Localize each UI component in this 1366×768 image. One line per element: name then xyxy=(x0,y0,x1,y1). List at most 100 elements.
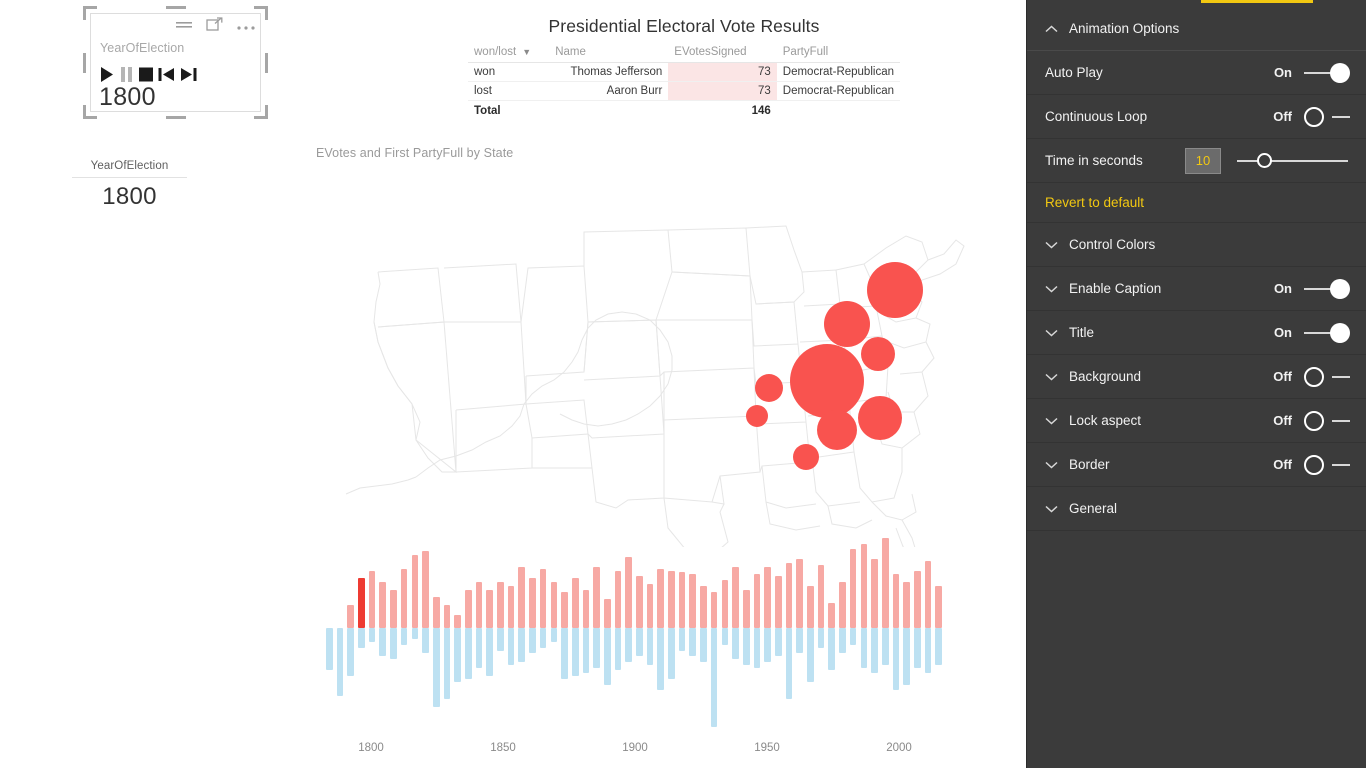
chevron-down-icon[interactable] xyxy=(1045,237,1061,252)
map-bubble[interactable] xyxy=(858,396,902,440)
bar-positive[interactable] xyxy=(497,582,504,628)
bar-group[interactable] xyxy=(603,530,611,735)
title-toggle[interactable] xyxy=(1304,322,1350,344)
bar-negative[interactable] xyxy=(518,628,526,662)
bar-positive[interactable] xyxy=(924,561,932,628)
bar-group[interactable] xyxy=(561,530,568,735)
bar-group[interactable] xyxy=(379,530,387,735)
bar-positive[interactable] xyxy=(358,578,365,628)
bar-positive[interactable] xyxy=(903,582,910,628)
bar-group[interactable] xyxy=(411,530,419,735)
section-animation-options[interactable]: Animation Options xyxy=(1027,7,1366,51)
card-enable-caption[interactable]: Enable Caption On xyxy=(1027,267,1366,311)
bar-negative[interactable] xyxy=(807,628,814,682)
table-row[interactable]: won Thomas Jefferson 73 Democrat-Republi… xyxy=(468,62,900,82)
bar-positive[interactable] xyxy=(464,590,472,628)
map-bubble[interactable] xyxy=(755,374,783,402)
bar-negative[interactable] xyxy=(774,628,782,656)
bar-negative[interactable] xyxy=(368,628,376,642)
bar-group[interactable] xyxy=(347,530,355,735)
bar-positive[interactable] xyxy=(785,563,793,628)
bar-negative[interactable] xyxy=(625,628,632,662)
bar-negative[interactable] xyxy=(689,628,697,656)
bar-positive[interactable] xyxy=(507,586,515,628)
bar-negative[interactable] xyxy=(839,628,846,653)
bar-negative[interactable] xyxy=(753,628,761,668)
bar-group[interactable] xyxy=(593,530,600,735)
bar-positive[interactable] xyxy=(657,569,665,628)
bar-positive[interactable] xyxy=(839,582,846,628)
bar-negative[interactable] xyxy=(817,628,825,648)
card-general[interactable]: General xyxy=(1027,487,1366,531)
background-toggle[interactable] xyxy=(1304,366,1350,388)
bar-negative[interactable] xyxy=(486,628,493,676)
bar-negative[interactable] xyxy=(646,628,654,665)
bar-positive[interactable] xyxy=(518,567,526,628)
bar-group[interactable] xyxy=(785,530,793,735)
bar-positive[interactable] xyxy=(774,576,782,628)
border-toggle[interactable] xyxy=(1304,454,1350,476)
bar-group[interactable] xyxy=(924,530,932,735)
bar-group[interactable] xyxy=(336,530,344,735)
sort-descending-icon[interactable]: ▼ xyxy=(522,47,531,57)
bar-group[interactable] xyxy=(721,530,729,735)
bar-positive[interactable] xyxy=(443,605,451,628)
bar-negative[interactable] xyxy=(935,628,942,665)
bar-group[interactable] xyxy=(774,530,782,735)
bar-group[interactable] xyxy=(689,530,697,735)
bar-positive[interactable] xyxy=(603,599,611,628)
bar-group[interactable] xyxy=(368,530,376,735)
bar-group[interactable] xyxy=(753,530,761,735)
bar-group[interactable] xyxy=(625,530,632,735)
table-visual[interactable]: Presidential Electoral Vote Results won/… xyxy=(468,16,900,120)
bar-group[interactable] xyxy=(358,530,365,735)
column-header-partyfull[interactable]: PartyFull xyxy=(776,46,900,63)
bar-group[interactable] xyxy=(700,530,707,735)
bar-positive[interactable] xyxy=(582,590,590,628)
bar-group[interactable] xyxy=(742,530,750,735)
bar-negative[interactable] xyxy=(721,628,729,645)
bar-negative[interactable] xyxy=(636,628,643,656)
bar-positive[interactable] xyxy=(625,557,632,628)
map-bubble[interactable] xyxy=(817,410,857,450)
bar-negative[interactable] xyxy=(475,628,483,668)
time-in-seconds-input[interactable]: 10 xyxy=(1185,147,1221,174)
bar-negative[interactable] xyxy=(400,628,408,645)
resize-handle-bottom-center[interactable] xyxy=(166,116,186,119)
chevron-down-icon[interactable] xyxy=(1045,325,1061,340)
bar-group[interactable] xyxy=(710,530,718,735)
bar-positive[interactable] xyxy=(646,584,654,628)
resize-handle-left-top[interactable] xyxy=(83,6,86,20)
resize-handle-left-bottom[interactable] xyxy=(83,105,86,119)
bar-positive[interactable] xyxy=(817,565,825,628)
bar-positive[interactable] xyxy=(636,576,643,628)
bar-positive[interactable] xyxy=(668,571,675,628)
table-row[interactable]: lost Aaron Burr 73 Democrat-Republican xyxy=(468,81,900,101)
bar-positive[interactable] xyxy=(871,559,878,628)
bar-negative[interactable] xyxy=(913,628,921,668)
card-control-colors[interactable]: Control Colors xyxy=(1027,223,1366,267)
filter-icon[interactable] xyxy=(175,18,193,36)
bar-group[interactable] xyxy=(935,530,942,735)
bar-positive[interactable] xyxy=(614,571,622,628)
option-auto-play[interactable]: Auto Play On xyxy=(1027,51,1366,95)
bar-group[interactable] xyxy=(486,530,493,735)
bar-group[interactable] xyxy=(646,530,654,735)
bar-positive[interactable] xyxy=(807,586,814,628)
resize-handle-middle-right[interactable] xyxy=(265,53,268,73)
bar-negative[interactable] xyxy=(732,628,739,659)
bar-group[interactable] xyxy=(807,530,814,735)
chevron-up-icon[interactable] xyxy=(1045,21,1061,36)
bar-positive[interactable] xyxy=(881,538,889,628)
bar-group[interactable] xyxy=(849,530,857,735)
card-border[interactable]: Border Off xyxy=(1027,443,1366,487)
bar-negative[interactable] xyxy=(347,628,355,676)
option-time-in-seconds[interactable]: Time in seconds 10 xyxy=(1027,139,1366,183)
bar-group[interactable] xyxy=(678,530,686,735)
map-bubble[interactable] xyxy=(824,301,870,347)
card-title[interactable]: Title On xyxy=(1027,311,1366,355)
bar-group[interactable] xyxy=(507,530,515,735)
bar-positive[interactable] xyxy=(935,586,942,628)
bar-negative[interactable] xyxy=(796,628,803,653)
bar-negative[interactable] xyxy=(464,628,472,679)
